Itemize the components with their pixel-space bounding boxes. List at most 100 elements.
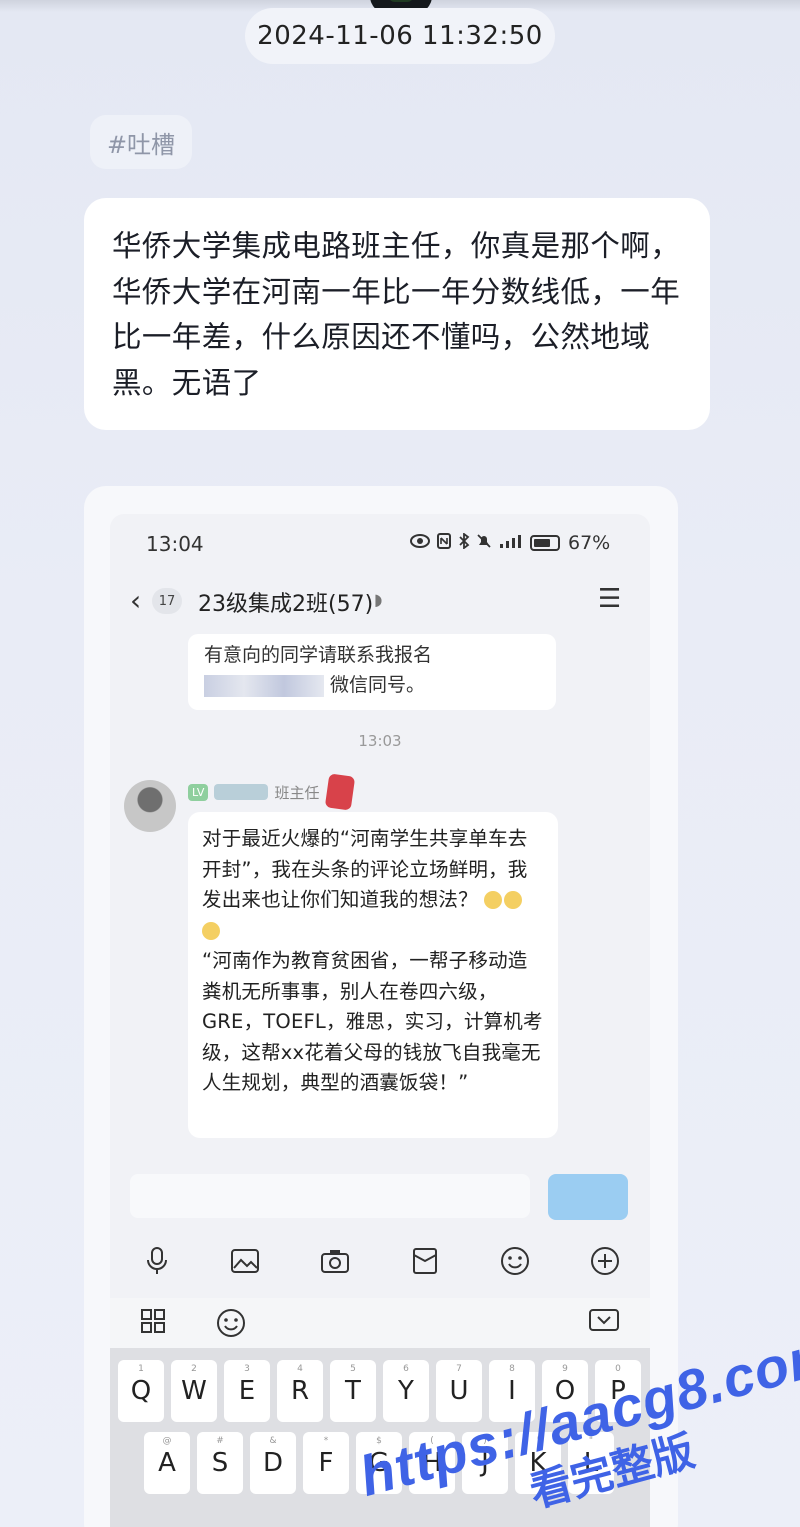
- red-packet-icon[interactable]: [408, 1244, 442, 1278]
- key-o[interactable]: 9O: [542, 1360, 588, 1422]
- status-bar: 13:04 67%: [110, 514, 650, 574]
- key-d[interactable]: & D: [250, 1432, 296, 1494]
- send-button[interactable]: [548, 1174, 628, 1220]
- battery-icon: [530, 535, 560, 551]
- message-quote: “河南作为教育贫困省，一帮子移动造粪机无所事事，别人在卷四六级，GRE，TOEF…: [202, 949, 543, 1094]
- timestamp: 2024-11-06 11:32:50: [245, 8, 555, 64]
- level-badge: LV: [188, 783, 209, 801]
- role-badge-blurred: [214, 784, 269, 800]
- mute-bell-icon: [476, 533, 492, 553]
- microphone-icon[interactable]: [140, 1244, 174, 1278]
- key-label: Y: [398, 1376, 414, 1406]
- sender-row: LV 班主任: [188, 773, 356, 811]
- post-card: 华侨大学集成电路班主任，你真是那个啊，华侨大学在河南一年比一年分数线低，一年比一…: [84, 198, 710, 430]
- key-r[interactable]: 4R: [277, 1360, 323, 1422]
- key-hint: ': [536, 1436, 540, 1446]
- chat-header: ‹ 17 23级集成2班(57) ◗ ☰: [110, 576, 650, 628]
- key-label: S: [211, 1448, 229, 1478]
- key-label: K: [529, 1448, 547, 1478]
- input-row: [110, 1172, 650, 1224]
- key-hint: #: [216, 1436, 224, 1446]
- key-e[interactable]: 3E: [224, 1360, 270, 1422]
- time-divider: 13:03: [358, 732, 402, 750]
- status-time: 13:04: [146, 532, 204, 556]
- key-label: J: [481, 1448, 489, 1478]
- key-p[interactable]: 0P: [595, 1360, 641, 1422]
- key-h[interactable]: (H: [409, 1432, 455, 1494]
- key-hint: 2: [191, 1364, 197, 1374]
- key-label: T: [345, 1376, 361, 1406]
- blurred-content: [204, 674, 324, 697]
- chat-toolbar: [110, 1236, 650, 1286]
- key-hint: ": [588, 1436, 594, 1446]
- key-t[interactable]: 5T: [330, 1360, 376, 1422]
- key-hint: ): [483, 1436, 487, 1446]
- key-hint: 0: [615, 1364, 621, 1374]
- plus-icon[interactable]: [588, 1244, 622, 1278]
- keyboard-emoji-icon[interactable]: [216, 1308, 246, 1344]
- key-u[interactable]: 7U: [436, 1360, 482, 1422]
- bluetooth-icon: [458, 532, 470, 553]
- key-y[interactable]: 6Y: [383, 1360, 429, 1422]
- key-l[interactable]: " L: [568, 1432, 614, 1494]
- key-label: G: [368, 1448, 390, 1478]
- screenshot-card[interactable]: 13:04 67% ‹ 17 23级集成2班(57) ◗ ☰ 有意向的同学请联系…: [84, 486, 678, 1527]
- key-hint: 8: [509, 1364, 515, 1374]
- menu-icon[interactable]: ☰: [598, 584, 621, 614]
- key-hint: 7: [456, 1364, 462, 1374]
- key-label: L: [583, 1448, 599, 1478]
- topic-tag[interactable]: #吐槽: [90, 115, 192, 169]
- key-label: E: [238, 1376, 256, 1406]
- apps-grid-icon[interactable]: [140, 1308, 166, 1340]
- key-label: P: [610, 1376, 626, 1406]
- keyboard-topbar: [110, 1298, 650, 1348]
- emoji-icon: [484, 891, 503, 909]
- key-w[interactable]: 2W: [171, 1360, 217, 1422]
- key-hint: 9: [562, 1364, 568, 1374]
- emoji-icon[interactable]: [498, 1244, 532, 1278]
- embedded-phone-screenshot: 13:04 67% ‹ 17 23级集成2班(57) ◗ ☰ 有意向的同学请联系…: [110, 514, 650, 1527]
- status-icons: 67%: [410, 532, 610, 554]
- key-label: R: [290, 1376, 310, 1406]
- key-q[interactable]: 1Q: [118, 1360, 164, 1422]
- keyboard-row-1: 1Q2W3E4R5T6Y7U8I9O0P: [110, 1360, 650, 1432]
- post-text: 华侨大学集成电路班主任，你真是那个啊，华侨大学在河南一年比一年分数线低，一年比一…: [112, 229, 681, 400]
- key-hint: 4: [297, 1364, 303, 1374]
- chat-title: 23级集成2班(57): [198, 592, 374, 617]
- eye-icon: [410, 533, 430, 553]
- message-input[interactable]: [130, 1174, 530, 1218]
- key-hint: $: [376, 1436, 382, 1446]
- key-g[interactable]: $ G: [356, 1432, 402, 1494]
- key-i[interactable]: 8I: [489, 1360, 535, 1422]
- key-hint: @: [162, 1436, 172, 1446]
- nfc-icon: [436, 533, 452, 553]
- key-label: A: [158, 1448, 176, 1478]
- key-label: Q: [130, 1376, 152, 1406]
- sender-name: 班主任: [274, 783, 320, 802]
- emoji-icon: [202, 921, 220, 940]
- message-bubble[interactable]: 对于最近火爆的“河南学生共享单车去开封”，我在头条的评论立场鲜明，我发出来也让你…: [188, 812, 558, 1138]
- battery-percent: 67%: [568, 532, 611, 554]
- avatar[interactable]: [124, 780, 176, 832]
- camera-icon[interactable]: [318, 1244, 352, 1278]
- back-chevron-icon[interactable]: ‹: [130, 584, 141, 617]
- keyboard: 1Q2W3E4R5T6Y7U8I9O0P @ A # S & D * F $ G(H) J ' K " L: [110, 1348, 650, 1527]
- keyboard-hide-icon[interactable]: [588, 1308, 620, 1340]
- key-hint: (: [430, 1436, 434, 1446]
- key-f[interactable]: * F: [303, 1432, 349, 1494]
- image-icon[interactable]: [228, 1244, 262, 1278]
- key-j[interactable]: ) J: [462, 1432, 508, 1494]
- prev-message-line1: 有意向的同学请联系我报名: [204, 644, 433, 666]
- message-text: 对于最近火爆的“河南学生共享单车去开封”，我在头条的评论立场鲜明，我发出来也让你…: [202, 827, 528, 911]
- previous-message-bubble: 有意向的同学请联系我报名 微信同号。: [188, 634, 556, 710]
- key-label: W: [181, 1376, 207, 1406]
- key-k[interactable]: ' K: [515, 1432, 561, 1494]
- key-hint: 3: [244, 1364, 250, 1374]
- key-hint: 1: [138, 1364, 144, 1374]
- key-label: O: [554, 1376, 576, 1406]
- unread-count-badge: 17: [152, 588, 182, 614]
- key-label: U: [449, 1376, 469, 1406]
- key-s[interactable]: # S: [197, 1432, 243, 1494]
- earpiece-icon: ◗: [374, 590, 383, 609]
- key-a[interactable]: @ A: [144, 1432, 190, 1494]
